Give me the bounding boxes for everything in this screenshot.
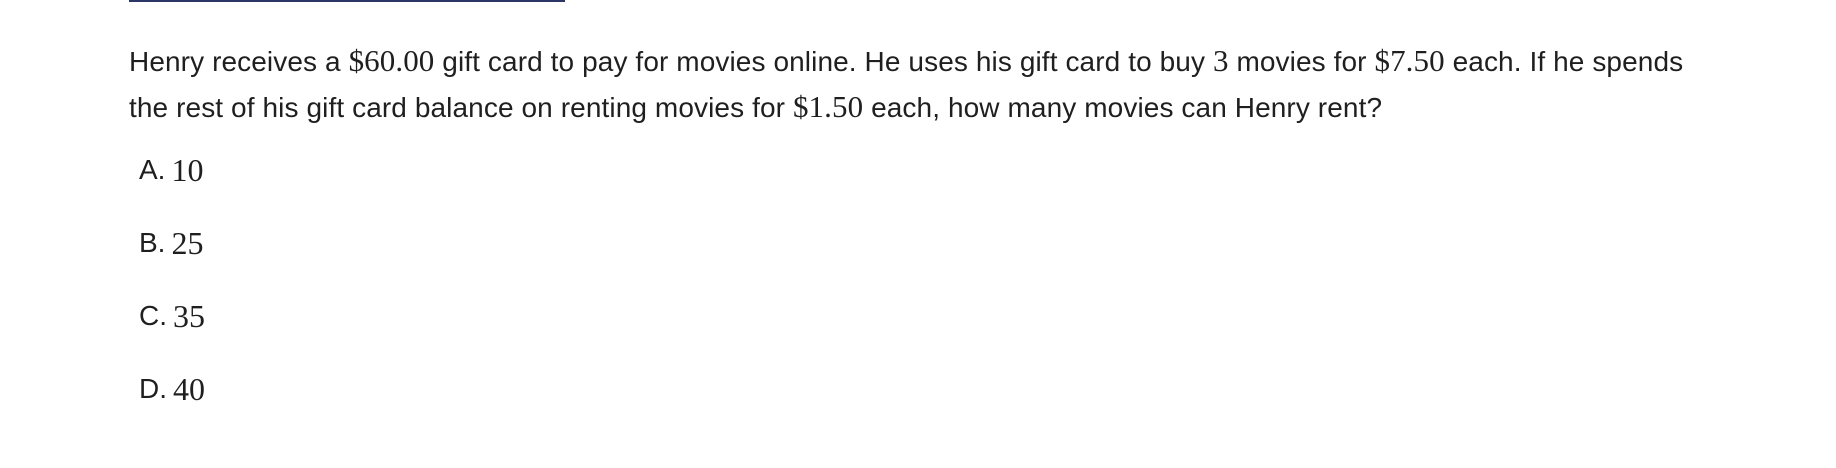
question-text-segment: gift card to pay for movies online. He u… [434,46,1213,77]
choice-value: 35 [173,298,205,334]
top-divider [129,0,565,2]
question-text: Henry receives a $60.00 gift card to pay… [129,38,1729,130]
answer-choices: A. 10 B. 25 C. 35 D. 40 [139,146,205,438]
question-math-amount: $1.50 [792,89,864,124]
choice-letter: A. [139,154,166,185]
question-text-segment: each, how many movies can Henry rent? [863,92,1383,123]
choice-value: 25 [171,225,204,261]
question-math-amount: $7.50 [1374,43,1445,78]
question-math-amount: 3 [1212,43,1229,78]
choice-letter: D. [139,373,167,404]
choice-letter: B. [139,227,166,258]
answer-choice-c[interactable]: C. 35 [139,292,205,365]
answer-choice-d[interactable]: D. 40 [139,365,205,438]
question-text-segment: movies for [1228,46,1375,77]
answer-choice-b[interactable]: B. 25 [139,219,205,292]
choice-value: 40 [173,371,205,407]
question-math-amount: $60.00 [348,43,435,78]
question-text-segment: Henry receives a [129,46,349,77]
answer-choice-a[interactable]: A. 10 [139,146,205,219]
choice-letter: C. [139,300,167,331]
choice-value: 10 [171,152,204,188]
